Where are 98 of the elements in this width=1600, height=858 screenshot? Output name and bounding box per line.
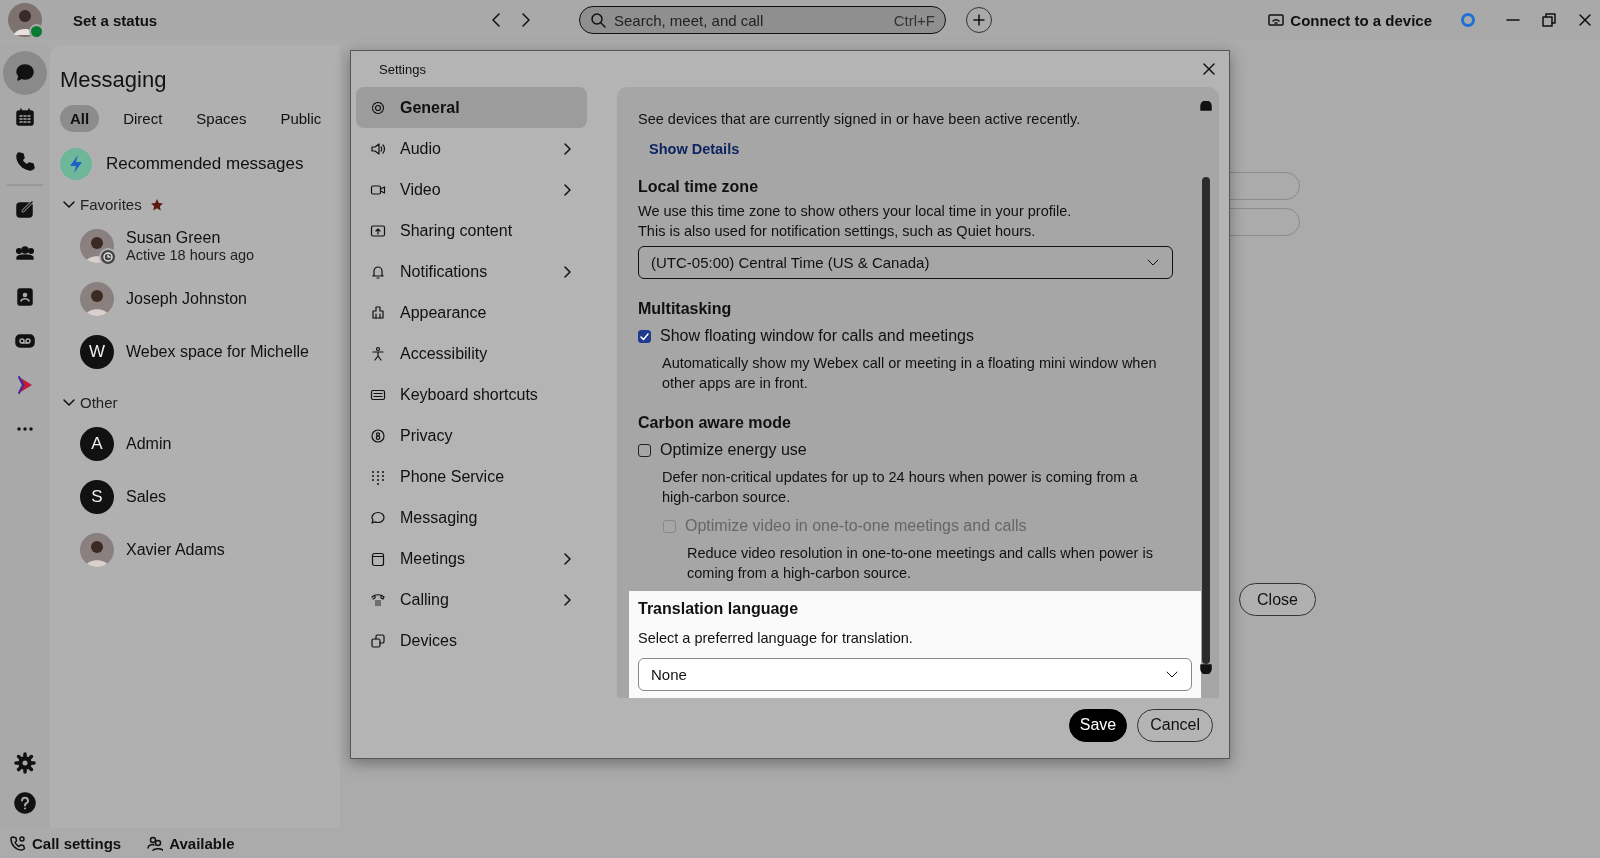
availability-button[interactable]: Available xyxy=(147,834,235,852)
avatar: A xyxy=(80,426,114,461)
privacy-icon xyxy=(370,427,386,444)
settings-nav-item[interactable]: Audio xyxy=(356,128,587,169)
restore-icon[interactable] xyxy=(1542,13,1556,27)
section-description: This is also used for notification settings, such as Quiet hours. xyxy=(638,222,1037,241)
avatar xyxy=(80,532,114,567)
cancel-button[interactable]: Cancel xyxy=(1137,708,1213,742)
settings-nav-item[interactable]: Accessibility xyxy=(356,333,587,374)
settings-nav-item[interactable]: Video xyxy=(356,169,587,210)
screen-icon xyxy=(1268,13,1285,27)
panel-title: Messaging xyxy=(60,67,168,93)
recommended-messages-link[interactable]: Recommended messages xyxy=(106,154,304,174)
nav-rail-button[interactable] xyxy=(3,51,47,95)
section-heading: Carbon aware mode xyxy=(638,414,792,432)
scroll-down-icon xyxy=(1200,664,1212,674)
contact-name[interactable]: Webex space for Michelle xyxy=(126,342,309,360)
scrollbar[interactable] xyxy=(1199,101,1213,674)
compose-icon xyxy=(14,198,36,220)
settings-nav-item[interactable]: General xyxy=(356,87,587,128)
section-description: We use this time zone to show others your local time in your profile. xyxy=(638,202,1073,221)
search-placeholder: Search, meet, and call xyxy=(614,11,765,29)
settings-nav-item[interactable]: Devices xyxy=(356,620,587,661)
scroll-up-icon xyxy=(1200,101,1212,111)
help-icon[interactable] xyxy=(14,792,36,814)
avatar xyxy=(80,281,114,316)
dialog-title: Settings xyxy=(379,61,426,77)
contact-status: Active 18 hours ago xyxy=(126,246,255,263)
phone-gear-icon xyxy=(10,835,26,851)
clock-icon xyxy=(103,251,113,262)
lightning-icon xyxy=(68,154,84,174)
contact-name[interactable]: Joseph Johnston xyxy=(126,289,247,307)
option-description: Reduce video resolution in one-to-one meetings and calls when power is coming from a high-carbon source. xyxy=(687,544,1154,583)
section-heading: Translation language xyxy=(638,600,800,618)
desk-phone-icon xyxy=(370,591,386,608)
connect-device-button[interactable]: Connect to a device xyxy=(1268,11,1432,29)
close-button[interactable]: Close xyxy=(1239,583,1316,616)
option-description: Defer non-critical updates for up to 24 hours when power is coming from a high-carbon source. xyxy=(662,468,1139,507)
avatar: S xyxy=(80,479,114,514)
settings-nav-item[interactable]: Privacy xyxy=(356,415,587,456)
settings-nav-item[interactable]: Notifications xyxy=(356,251,587,292)
option-label[interactable]: Optimize energy use xyxy=(660,441,807,459)
contact-name[interactable]: Xavier Adams xyxy=(126,540,225,558)
filter-tab[interactable]: Direct xyxy=(113,105,173,132)
dropdown[interactable]: (UTC-05:00) Central Time (US & Canada) xyxy=(638,246,1173,279)
devices-note: See devices that are currently signed in or have been active recently. xyxy=(638,110,1082,129)
phone-icon xyxy=(14,150,36,172)
section-header[interactable]: Favorites xyxy=(80,196,142,213)
section-description: Select a preferred language for translation. xyxy=(638,629,914,648)
search-field[interactable]: Search, meet, and call Ctrl+F xyxy=(579,6,946,34)
checkbox[interactable] xyxy=(638,329,651,343)
contact-name[interactable]: Admin xyxy=(126,434,172,452)
people-icon xyxy=(147,835,164,851)
plus-icon xyxy=(973,14,985,26)
settings-nav-item[interactable]: Messaging xyxy=(356,497,587,538)
filter-tab[interactable]: Public xyxy=(270,105,332,132)
section-header[interactable]: Other xyxy=(80,394,118,411)
settings-nav-item[interactable]: Keyboard shortcuts xyxy=(356,374,587,415)
settings-nav-item[interactable]: Calling xyxy=(356,579,587,620)
brush-icon xyxy=(370,304,386,321)
speech-bubble-icon xyxy=(370,509,386,526)
more-icon xyxy=(17,427,33,431)
option-label[interactable]: Show floating window for calls and meetings xyxy=(660,327,974,345)
settings-icon[interactable] xyxy=(14,752,36,774)
save-button[interactable]: Save xyxy=(1068,708,1128,742)
shortcut-hint: Ctrl+F xyxy=(893,11,935,29)
search-icon xyxy=(590,12,606,28)
section-heading: Local time zone xyxy=(638,178,760,196)
settings-nav-item[interactable]: Phone Service xyxy=(356,456,587,497)
gear-icon xyxy=(370,99,386,116)
close-icon[interactable] xyxy=(1578,13,1592,27)
settings-nav-item[interactable]: Sharing content xyxy=(356,210,587,251)
calendar-icon xyxy=(14,106,36,128)
chat-icon xyxy=(14,62,36,84)
settings-nav-item[interactable]: Appearance xyxy=(356,292,587,333)
bell-icon xyxy=(370,263,386,280)
keypad-icon xyxy=(370,468,386,485)
avatar: W xyxy=(80,334,114,369)
settings-nav-item[interactable]: Meetings xyxy=(356,538,587,579)
contact-name[interactable]: Sales xyxy=(126,487,167,505)
dropdown[interactable]: None xyxy=(638,658,1192,691)
screen-share-icon xyxy=(370,222,386,239)
contacts-icon xyxy=(14,286,36,308)
user-avatar[interactable] xyxy=(8,3,42,37)
show-details-link[interactable]: Show Details xyxy=(649,141,740,157)
call-settings-button[interactable]: Call settings xyxy=(10,834,122,852)
calendar-icon xyxy=(370,550,386,567)
checkmark-icon xyxy=(640,331,649,341)
contact-name[interactable]: Susan Green xyxy=(126,228,221,246)
set-status-button[interactable]: Set a status xyxy=(73,11,489,29)
person-icon xyxy=(370,345,386,362)
devices-icon xyxy=(370,632,386,649)
checkbox[interactable] xyxy=(638,443,651,457)
section-heading: Multitasking xyxy=(638,300,733,318)
filter-tab[interactable]: Spaces xyxy=(186,105,257,132)
filter-tab[interactable]: All xyxy=(60,105,100,132)
close-icon[interactable] xyxy=(1203,63,1215,75)
option-description: Automatically show my Webex call or meeting in a floating mini window when other apps are in front. xyxy=(662,354,1158,393)
